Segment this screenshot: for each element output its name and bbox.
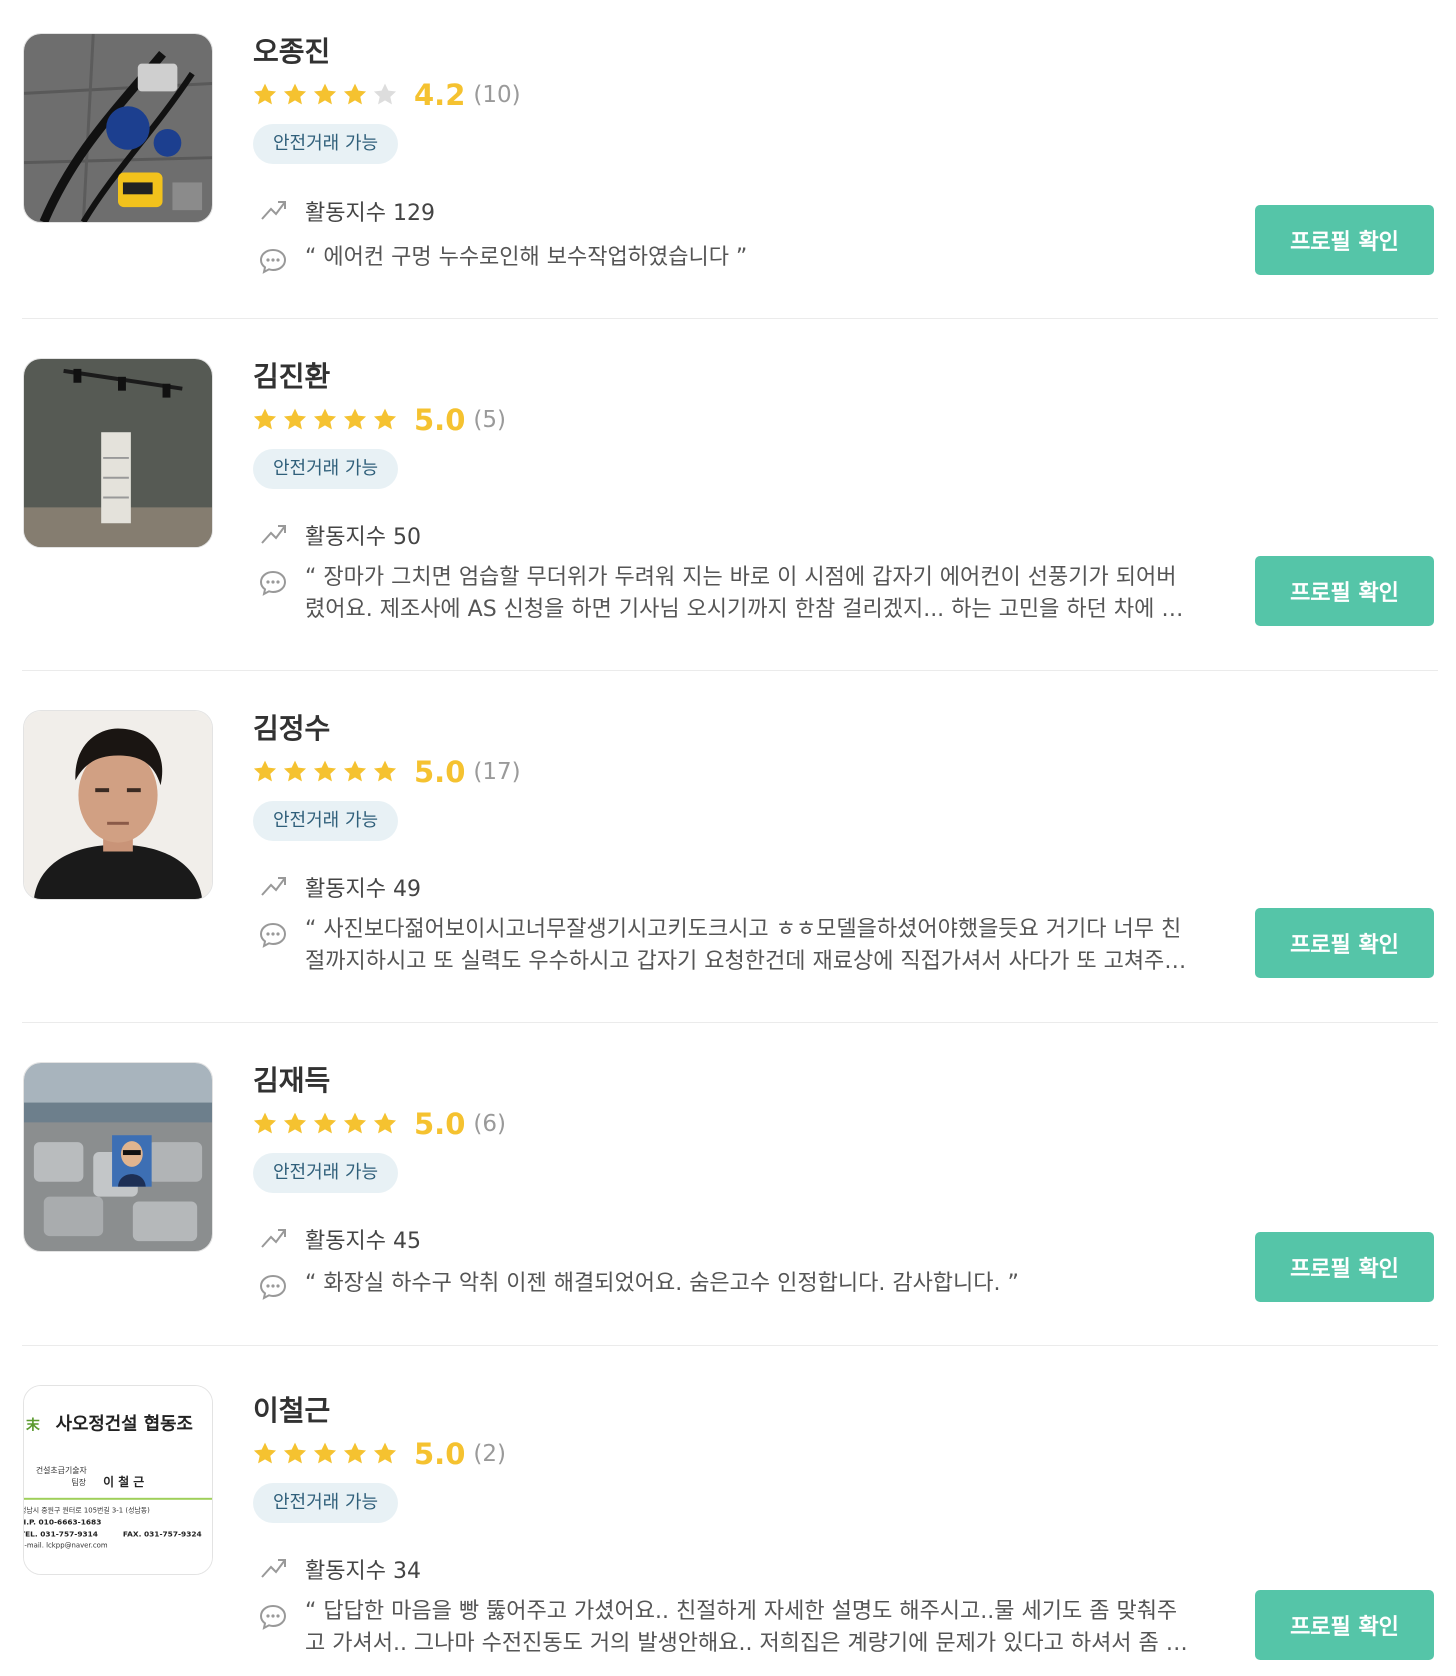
- expert-photo[interactable]: 末 사오정건설 협동조 건설초급기술자 팀장 이 철 근 성남시 중원구 원터로…: [23, 1385, 213, 1575]
- star-full-icon: [342, 82, 368, 108]
- star-full-icon: [372, 1111, 398, 1137]
- chat-bubble-icon: [258, 1272, 288, 1302]
- trend-up-icon: [258, 1222, 288, 1252]
- activity-score: 활동지수 129: [305, 201, 435, 226]
- expert-photo[interactable]: [23, 1062, 213, 1252]
- chat-bubble-icon: [258, 1602, 288, 1632]
- review-count: (5): [473, 407, 506, 433]
- rating: 5.0 (2): [252, 1437, 506, 1471]
- review-count: (10): [473, 82, 521, 108]
- chat-bubble-icon: [258, 246, 288, 276]
- review-text: “ 장마가 그치면 엄습할 무더위가 두려워 지는 바로 이 시점에 갑자기 에…: [305, 565, 1182, 622]
- profile-check-button[interactable]: 프로필 확인: [1255, 556, 1434, 626]
- expert-name: 김재득: [253, 1064, 331, 1097]
- profile-check-button[interactable]: 프로필 확인: [1255, 205, 1434, 275]
- trend-up-icon: [258, 194, 288, 224]
- chat-bubble-icon: [258, 568, 288, 598]
- card-title: 건설초급기술자: [36, 1465, 88, 1475]
- review-count: (2): [473, 1441, 506, 1467]
- star-empty-icon: [372, 82, 398, 108]
- profile-check-button[interactable]: 프로필 확인: [1255, 1232, 1434, 1302]
- trend-up-icon: [258, 1552, 288, 1582]
- star-full-icon: [312, 759, 338, 785]
- review-text: “ 화장실 하수구 악취 이젠 해결되었어요. 숨은고수 인정합니다. 감사합니…: [305, 1271, 1019, 1296]
- trend-up-icon: [258, 518, 288, 548]
- expert-photo[interactable]: [23, 358, 213, 548]
- star-full-icon: [252, 407, 278, 433]
- review-text: “ 답답한 마음을 빵 뚫어주고 가셨어요.. 친절하게 자세한 설명도 해주시…: [305, 1599, 1187, 1656]
- divider: [22, 670, 1438, 671]
- rating-score: 5.0: [414, 1107, 466, 1141]
- star-full-icon: [282, 407, 308, 433]
- profile-check-button[interactable]: 프로필 확인: [1255, 908, 1434, 978]
- star-full-icon: [252, 82, 278, 108]
- star-full-icon: [252, 759, 278, 785]
- review-count: (17): [473, 759, 521, 785]
- safe-trade-badge: 안전거래 가능: [253, 801, 399, 841]
- star-full-icon: [282, 1111, 308, 1137]
- activity-score: 활동지수 34: [305, 1559, 421, 1584]
- activity-score: 활동지수 45: [305, 1229, 421, 1254]
- activity-score: 활동지수 50: [305, 525, 421, 550]
- safe-trade-badge: 안전거래 가능: [253, 124, 399, 164]
- star-full-icon: [312, 1111, 338, 1137]
- rating-score: 4.2: [414, 78, 466, 112]
- rating: 5.0 (5): [252, 403, 506, 437]
- star-full-icon: [342, 407, 368, 433]
- card-address: 성남시 중원구 원터로 105번길 3-1 (성남동): [24, 1506, 150, 1515]
- card-company: 사오정건설 협동조: [56, 1413, 193, 1435]
- star-full-icon: [372, 1441, 398, 1467]
- star-full-icon: [312, 82, 338, 108]
- expert-name: 오종진: [253, 35, 331, 68]
- rating: 4.2 (10): [252, 78, 521, 112]
- divider: [22, 318, 1438, 319]
- expert-photo[interactable]: [23, 710, 213, 900]
- expert-photo[interactable]: [23, 33, 213, 223]
- star-full-icon: [252, 1111, 278, 1137]
- star-full-icon: [342, 759, 368, 785]
- expert-name: 이철근: [253, 1394, 331, 1427]
- trend-up-icon: [258, 870, 288, 900]
- divider: [22, 1022, 1438, 1023]
- review-text: “ 사진보다젊어보이시고너무잘생기시고키도크시고 ㅎㅎ모델을하셨어야했을듯요 거…: [305, 917, 1187, 974]
- safe-trade-badge: 안전거래 가능: [253, 449, 399, 489]
- rating: 5.0 (17): [252, 755, 521, 789]
- divider: [22, 1345, 1438, 1346]
- card-tel: TEL. 031-757-9314: [24, 1529, 98, 1538]
- review-count: (6): [473, 1111, 506, 1137]
- star-full-icon: [312, 407, 338, 433]
- chat-bubble-icon: [258, 920, 288, 950]
- card-logo-mark: 末: [26, 1417, 40, 1434]
- star-full-icon: [342, 1111, 368, 1137]
- card-mail: E-mail. lckpp@naver.com: [24, 1541, 108, 1549]
- card-fax: FAX. 031-757-9324: [123, 1529, 202, 1538]
- star-full-icon: [372, 407, 398, 433]
- safe-trade-badge: 안전거래 가능: [253, 1483, 399, 1523]
- expert-name: 김진환: [253, 360, 331, 393]
- profile-check-button[interactable]: 프로필 확인: [1255, 1590, 1434, 1660]
- star-full-icon: [282, 1441, 308, 1467]
- activity-score: 활동지수 49: [305, 877, 421, 902]
- card-person: 이 철 근: [103, 1475, 144, 1489]
- rating-score: 5.0: [414, 755, 466, 789]
- star-full-icon: [282, 759, 308, 785]
- star-full-icon: [252, 1441, 278, 1467]
- review-text: “ 에어컨 구멍 누수로인해 보수작업하였습니다 ”: [305, 245, 748, 270]
- rating-score: 5.0: [414, 403, 466, 437]
- star-full-icon: [312, 1441, 338, 1467]
- safe-trade-badge: 안전거래 가능: [253, 1153, 399, 1193]
- card-role: 팀장: [71, 1477, 86, 1487]
- star-full-icon: [372, 759, 398, 785]
- rating: 5.0 (6): [252, 1107, 506, 1141]
- card-hp: H.P. 010-6663-1683: [24, 1518, 101, 1527]
- expert-name: 김정수: [253, 712, 331, 745]
- star-full-icon: [282, 82, 308, 108]
- rating-score: 5.0: [414, 1437, 466, 1471]
- star-full-icon: [342, 1441, 368, 1467]
